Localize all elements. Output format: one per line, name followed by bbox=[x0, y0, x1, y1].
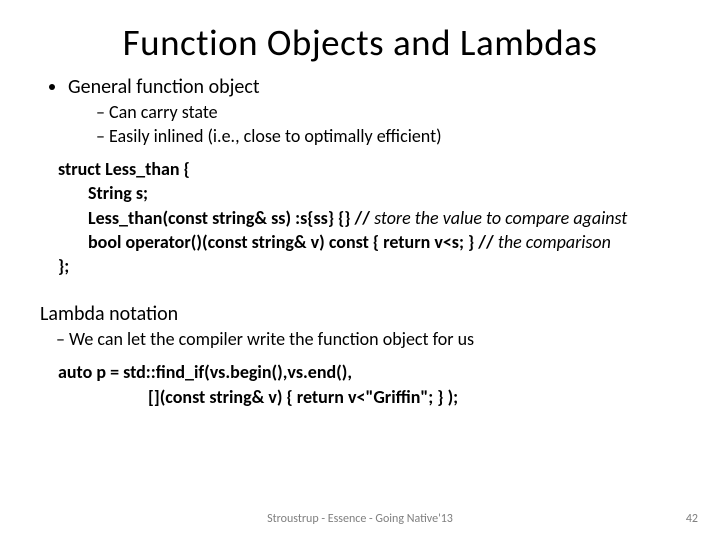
code-comment: store the value to compare against bbox=[374, 207, 627, 229]
page-number: 42 bbox=[686, 512, 698, 526]
sub-compiler-write: We can let the compiler write the functi… bbox=[56, 328, 680, 350]
code-block-lambda: auto p = std::find_if(vs.begin(),vs.end(… bbox=[58, 360, 680, 409]
sub-list-2: We can let the compiler write the functi… bbox=[28, 328, 680, 350]
code-text: Less_than(const string& ss) :s{ss} {} // bbox=[88, 207, 374, 229]
footer-text: Stroustrup - Essence - Going Native'13 bbox=[0, 512, 720, 526]
slide: Function Objects and Lambdas General fun… bbox=[0, 0, 720, 540]
slide-body: General function object Can carry state … bbox=[0, 75, 720, 409]
bullet-list-2: We can let the compiler write the functi… bbox=[40, 328, 680, 350]
bullet-lambda-notation: Lambda notation bbox=[40, 302, 680, 326]
sub-list-1: Can carry state Easily inlined (i.e., cl… bbox=[68, 101, 680, 147]
slide-title: Function Objects and Lambdas bbox=[0, 0, 720, 75]
code-line: Less_than(const string& ss) :s{ss} {} //… bbox=[58, 206, 680, 230]
bullet-text: General function object bbox=[68, 75, 260, 99]
code-line: String s; bbox=[58, 181, 680, 205]
bullet-list-1: General function object Can carry state … bbox=[40, 75, 680, 147]
code-line: [](const string& v) { return v<"Griffin"… bbox=[58, 385, 680, 409]
code-block-struct: struct Less_than { String s; Less_than(c… bbox=[58, 157, 680, 278]
bullet-general-function-object: General function object Can carry state … bbox=[68, 75, 680, 147]
list-item: We can let the compiler write the functi… bbox=[28, 328, 680, 350]
sub-carry-state: Can carry state bbox=[96, 101, 680, 123]
code-line: auto p = std::find_if(vs.begin(),vs.end(… bbox=[58, 361, 352, 383]
code-line: }; bbox=[58, 255, 69, 277]
code-text: bool operator()(const string& v) const {… bbox=[88, 231, 498, 253]
code-line: bool operator()(const string& v) const {… bbox=[58, 230, 680, 254]
sub-easily-inlined: Easily inlined (i.e., close to optimally… bbox=[96, 125, 680, 147]
code-line: struct Less_than { bbox=[58, 158, 190, 180]
code-comment: the comparison bbox=[498, 231, 611, 253]
